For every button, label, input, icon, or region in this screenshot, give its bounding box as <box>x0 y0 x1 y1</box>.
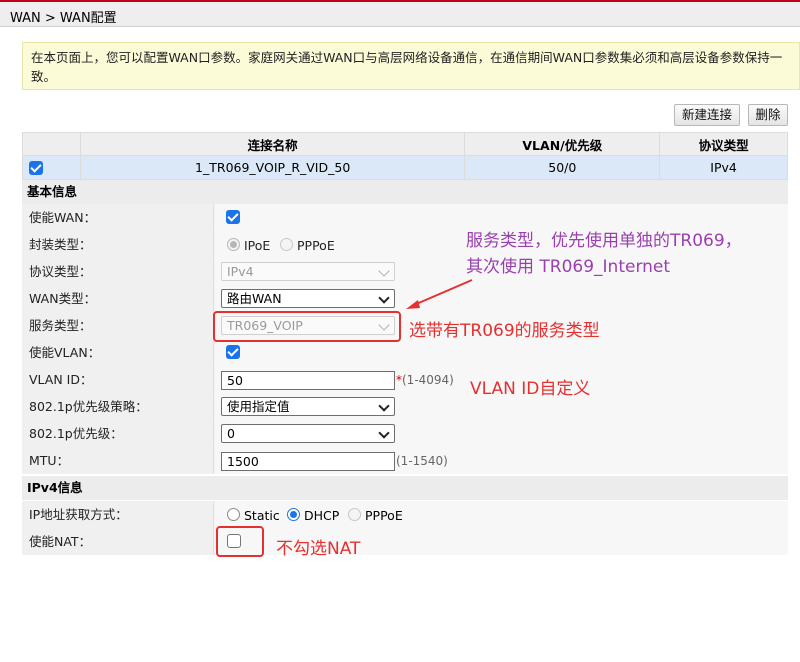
new-connection-button[interactable]: 新建连接 <box>674 104 740 126</box>
select-column-header <box>22 132 81 156</box>
service-note-line1: 服务类型，优先使用单独的TR069， <box>466 231 742 251</box>
column-header-protocol: 协议类型 <box>659 132 788 156</box>
enable-wan-checkbox[interactable] <box>226 210 240 224</box>
vlan-cell: 50/0 <box>464 155 661 180</box>
encap-ipoe-label: IPoE <box>244 238 271 253</box>
mtu-input[interactable]: 1500 <box>221 452 395 471</box>
row-enable-vlan: 使能VLAN： <box>22 339 788 366</box>
row-enable-wan: 使能WAN： <box>22 204 788 231</box>
row-select-cell <box>22 155 81 180</box>
prio-value: 0 <box>215 420 788 447</box>
protocol-select-value: IPv4 <box>227 264 254 279</box>
encap-pppoe-radio[interactable] <box>280 238 293 251</box>
row-prio-policy: 802.1p优先级策略： 使用指定值 <box>22 393 788 420</box>
ip-dhcp-label: DHCP <box>304 508 340 523</box>
chevron-down-icon <box>378 400 390 412</box>
chevron-down-icon <box>378 265 390 277</box>
table-row[interactable]: 1_TR069_VOIP_R_VID_50 50/0 IPv4 <box>22 155 788 180</box>
vlan-id-label: VLAN ID： <box>22 366 214 393</box>
service-type-label: 服务类型： <box>22 312 214 339</box>
chevron-down-icon <box>378 427 390 439</box>
prio-policy-select-value: 使用指定值 <box>227 399 290 414</box>
encap-ipoe-radio[interactable] <box>227 238 240 251</box>
enable-vlan-label: 使能VLAN： <box>22 339 214 366</box>
mtu-label: MTU： <box>22 447 214 474</box>
wan-type-select[interactable]: 路由WAN <box>221 289 395 308</box>
mtu-value: 1500 (1-1540) <box>215 447 788 474</box>
service-note: 服务类型，优先使用单独的TR069， 其次使用 TR069_Internet <box>466 228 742 280</box>
vlan-id-hint: *(1-4094) <box>396 373 454 387</box>
breadcrumb: WAN > WAN配置 <box>10 11 117 26</box>
page-notice: 在本页面上，您可以配置WAN口参数。家庭网关通过WAN口与高层网络设备通信，在通… <box>22 42 800 90</box>
top-bar: WAN > WAN配置 <box>0 0 800 27</box>
encap-pppoe-label: PPPoE <box>297 238 335 253</box>
vlan-id-input[interactable]: 50 <box>221 371 395 390</box>
protocol-label: 协议类型： <box>22 258 214 285</box>
prio-label: 802.1p优先级： <box>22 420 214 447</box>
ip-dhcp-radio[interactable] <box>287 508 300 521</box>
row-checkbox[interactable] <box>29 161 43 175</box>
wan-type-select-value: 路由WAN <box>227 291 282 306</box>
nat-note: 不勾选NAT <box>276 539 361 559</box>
column-header-vlan: VLAN/优先级 <box>464 132 661 156</box>
annotation-arrow-icon <box>406 279 473 309</box>
table-header-row: 连接名称 VLAN/优先级 协议类型 <box>22 132 788 156</box>
ip-mode-value: Static DHCP PPPoE <box>215 501 788 528</box>
vlan-id-range: (1-4094) <box>402 373 454 387</box>
connection-name-cell: 1_TR069_VOIP_R_VID_50 <box>79 155 466 180</box>
encap-label: 封装类型： <box>22 231 214 258</box>
wan-type-value: 路由WAN <box>215 285 788 312</box>
ip-pppoe-label: PPPoE <box>365 508 403 523</box>
enable-vlan-value <box>215 339 788 366</box>
delete-button[interactable]: 删除 <box>748 104 788 126</box>
service-note-line2: 其次使用 TR069_Internet <box>466 257 671 277</box>
connection-table: 连接名称 VLAN/优先级 协议类型 1_TR069_VOIP_R_VID_50… <box>22 132 788 180</box>
ip-mode-label: IP地址获取方式： <box>22 501 214 528</box>
prio-select-value: 0 <box>227 426 235 441</box>
row-ip-mode: IP地址获取方式： Static DHCP PPPoE <box>22 501 788 528</box>
chevron-down-icon <box>378 292 390 304</box>
row-service-type: 服务类型： TR069_VOIP <box>22 312 788 339</box>
ip-static-label: Static <box>244 508 280 523</box>
row-vlan-id: VLAN ID： 50 *(1-4094) <box>22 366 788 393</box>
section-basic-info: 基本信息 <box>22 180 788 204</box>
protocol-select[interactable]: IPv4 <box>221 262 395 281</box>
ip-pppoe-radio[interactable] <box>348 508 361 521</box>
prio-policy-label: 802.1p优先级策略： <box>22 393 214 420</box>
enable-nat-label: 使能NAT： <box>22 528 214 555</box>
column-header-name: 连接名称 <box>79 132 466 156</box>
enable-wan-label: 使能WAN： <box>22 204 214 231</box>
row-prio: 802.1p优先级： 0 <box>22 420 788 447</box>
row-enable-nat: 使能NAT： <box>22 528 788 555</box>
row-mtu: MTU： 1500 (1-1540) <box>22 447 788 474</box>
prio-select[interactable]: 0 <box>221 424 395 443</box>
nat-highlight-box <box>216 526 264 557</box>
service-choice-note: 选带有TR069的服务类型 <box>409 321 600 341</box>
ip-static-radio[interactable] <box>227 508 240 521</box>
wan-type-label: WAN类型： <box>22 285 214 312</box>
vlan-note: VLAN ID自定义 <box>470 379 591 399</box>
section-ipv4-info: IPv4信息 <box>22 476 788 500</box>
enable-vlan-checkbox[interactable] <box>226 345 240 359</box>
protocol-cell: IPv4 <box>659 155 788 180</box>
prio-policy-select[interactable]: 使用指定值 <box>221 397 395 416</box>
service-type-highlight-box <box>213 311 401 342</box>
enable-wan-value <box>215 204 788 231</box>
mtu-hint: (1-1540) <box>396 454 448 468</box>
